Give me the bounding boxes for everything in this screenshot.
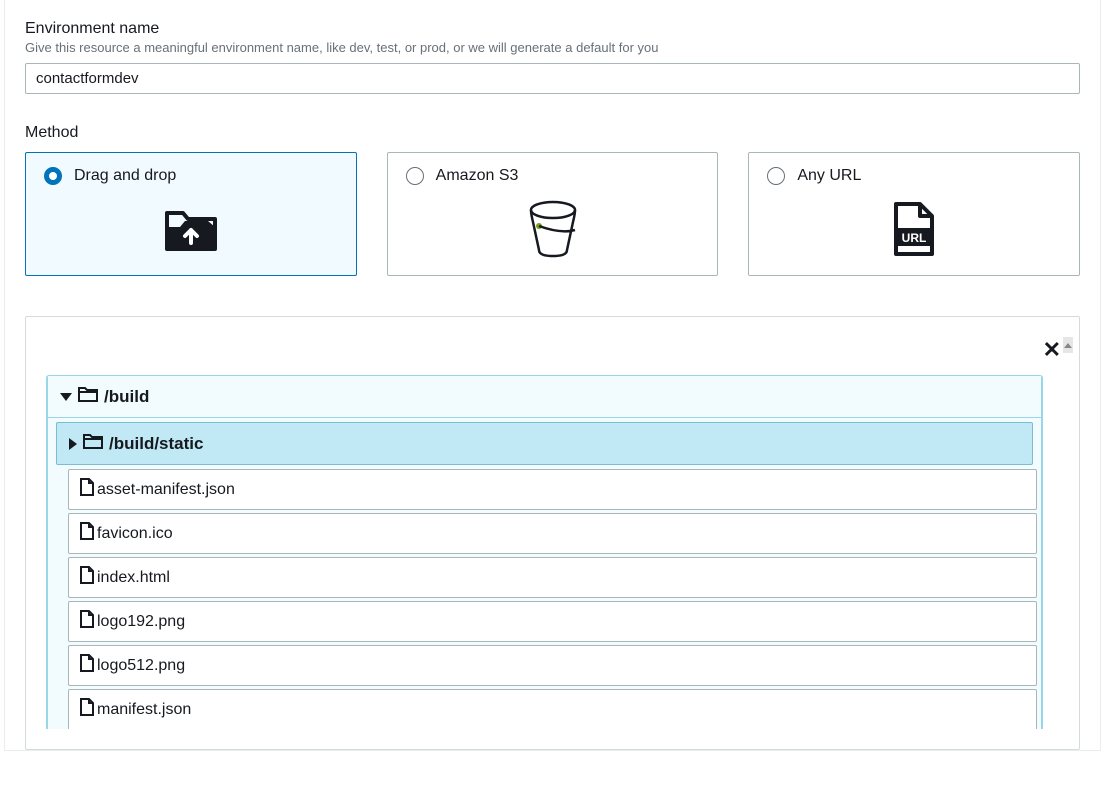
method-card-s3[interactable]: Amazon S3 [387,152,719,276]
file-row[interactable]: logo512.png [68,645,1037,686]
scrollbar-up-icon[interactable] [1063,337,1073,353]
folder-icon [83,433,103,454]
close-icon[interactable]: ✕ [1043,339,1061,361]
method-card-url[interactable]: Any URL URL [748,152,1080,276]
env-name-label: Environment name [25,20,1080,38]
bucket-icon [406,201,700,257]
file-icon [79,654,95,677]
folder-row-build[interactable]: /build [48,376,1041,418]
file-list: asset-manifest.json favicon.ico index.ht… [48,465,1041,729]
folder-row-build-static[interactable]: /build/static [56,422,1033,465]
file-row[interactable]: logo192.png [68,601,1037,642]
file-drop-panel: ✕ /build /build/static [25,316,1080,750]
method-label-drag-drop: Drag and drop [74,167,176,185]
file-icon [79,478,95,501]
file-name: logo192.png [97,613,185,631]
folder-icon [78,386,98,407]
svg-text:URL: URL [902,231,927,245]
radio-url[interactable] [767,167,785,185]
file-icon [79,698,95,721]
file-row[interactable]: index.html [68,557,1037,598]
file-row[interactable]: manifest.json [68,689,1037,729]
file-name: index.html [97,569,170,587]
folder-path-build: /build [104,387,149,407]
file-tree: /build /build/static asset-manifest.json [46,375,1043,729]
file-icon [79,610,95,633]
folder-path-static: /build/static [109,434,203,454]
method-label-url: Any URL [797,167,861,185]
method-card-drag-drop[interactable]: Drag and drop [25,152,357,276]
radio-drag-drop[interactable] [44,167,62,185]
url-file-icon: URL [767,201,1061,257]
method-label: Method [25,124,1080,142]
radio-s3[interactable] [406,167,424,185]
file-name: logo512.png [97,657,185,675]
env-name-help: Give this resource a meaningful environm… [25,40,1080,55]
file-icon [79,566,95,589]
file-icon [79,522,95,545]
file-row[interactable]: favicon.ico [68,513,1037,554]
env-name-input[interactable] [25,63,1080,94]
method-label-s3: Amazon S3 [436,167,519,185]
file-name: favicon.ico [97,525,173,543]
method-card-group: Drag and drop Amazon S3 [25,152,1080,276]
file-row[interactable]: asset-manifest.json [68,469,1037,510]
caret-right-icon [69,438,77,450]
upload-folder-icon [44,201,338,257]
caret-down-icon [60,393,72,401]
file-name: manifest.json [97,701,191,719]
file-name: asset-manifest.json [97,481,235,499]
